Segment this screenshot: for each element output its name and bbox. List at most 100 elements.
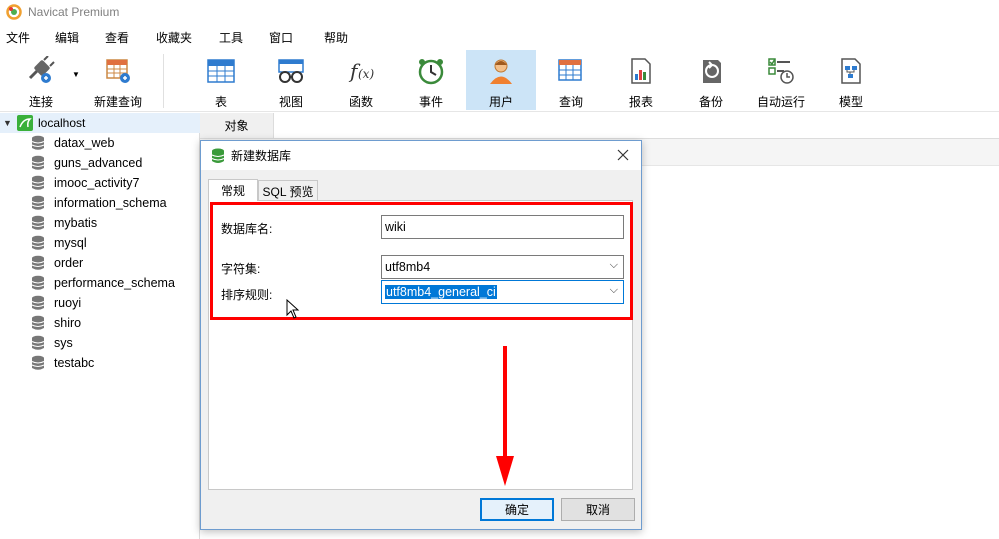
user-label: 用户 [488,95,513,109]
database-item[interactable]: shiro [30,313,81,333]
automation-label: 自动运行 [756,95,805,109]
database-label: information_schema [54,196,167,210]
ok-button[interactable]: 确定 [480,498,554,521]
backup-icon [693,54,729,87]
database-green-icon [211,148,225,163]
database-label: order [54,256,84,270]
chevron-down-icon[interactable]: ▼ [3,118,13,128]
chevron-down-icon[interactable]: ⌵ [610,284,618,297]
model-button[interactable]: 模型 [816,50,886,110]
db-name-value: wiki [385,220,406,234]
charset-value: utf8mb4 [385,260,431,274]
database-item[interactable]: sys [30,333,73,353]
tab-sql-preview[interactable]: SQL 预览 [258,180,318,201]
database-item[interactable]: performance_schema [30,273,175,293]
user-button[interactable]: 用户 [466,50,536,110]
glasses-icon [273,54,309,87]
app-title: Navicat Premium [28,5,120,19]
database-label: mybatis [54,216,98,230]
menu-help[interactable]: 帮助 [324,29,348,46]
database-icon [31,335,45,350]
database-item[interactable]: information_schema [30,193,167,213]
chevron-down-icon[interactable]: ⌵ [610,259,618,272]
view-label: 视图 [278,95,303,109]
event-label: 事件 [418,95,443,109]
charset-label: 字符集: [221,262,261,276]
menu-edit[interactable]: 编辑 [55,29,79,46]
collation-label: 排序规则: [221,288,273,302]
automation-button[interactable]: 自动运行 [746,50,816,110]
database-item[interactable]: imooc_activity7 [30,173,139,193]
database-item[interactable]: order [30,253,83,273]
menu-view[interactable]: 查看 [105,29,129,46]
tab-general[interactable]: 常规 [208,179,258,201]
connection-localhost[interactable]: ▼ localhost [0,113,200,133]
database-label: performance_schema [54,276,175,290]
new-query-button[interactable]: 新建查询 [88,50,148,110]
clock-icon [413,54,449,87]
menu-window[interactable]: 窗口 [269,29,293,46]
database-icon [31,255,45,270]
new-query-icon [100,54,136,87]
function-icon: f (x) [343,54,379,87]
svg-text:(x): (x) [358,67,374,81]
tab-objects[interactable]: 对象 [200,113,274,138]
connect-button[interactable]: 连接 [16,50,66,110]
database-icon [31,155,45,170]
dialog-title: 新建数据库 [231,149,292,163]
database-icon [31,215,45,230]
function-label: 函数 [348,95,373,109]
database-item[interactable]: mybatis [30,213,97,233]
menu-tools[interactable]: 工具 [219,29,243,46]
checklist-clock-icon [763,54,799,87]
table-button[interactable]: 表 [186,50,256,110]
menu-bar: 文件 编辑 查看 收藏夹 工具 窗口 帮助 [0,24,999,48]
db-name-label: 数据库名: [221,222,273,236]
table-icon [203,54,239,87]
menu-favorites[interactable]: 收藏夹 [156,29,192,46]
query-label: 查询 [558,95,583,109]
database-label: testabc [54,356,95,370]
view-button[interactable]: 视图 [256,50,326,110]
report-button[interactable]: 报表 [606,50,676,110]
new-database-dialog: 新建数据库 常规 SQL 预览 数据库名: wiki 字符集: utf8mb4 … [200,140,642,530]
database-item[interactable]: mysql [30,233,87,253]
connect-dropdown-icon[interactable]: ▼ [72,70,80,79]
table-label: 表 [214,95,227,109]
database-label: sys [54,336,73,350]
close-icon[interactable] [615,147,631,163]
database-item[interactable]: ruoyi [30,293,81,313]
database-label: mysql [54,236,87,250]
database-icon [31,295,45,310]
database-icon [31,315,45,330]
database-label: datax_web [54,136,115,150]
collation-select[interactable]: utf8mb4_general_ci ⌵ [381,280,624,304]
mysql-connection-icon [17,115,33,131]
report-label: 报表 [628,95,653,109]
database-label: imooc_activity7 [54,176,140,190]
database-icon [31,135,45,150]
connection-label: localhost [38,116,86,130]
database-icon [31,355,45,370]
database-icon [31,235,45,250]
backup-button[interactable]: 备份 [676,50,746,110]
function-button[interactable]: f (x) 函数 [326,50,396,110]
database-label: shiro [54,316,82,330]
query-icon [553,54,589,87]
cancel-button[interactable]: 取消 [561,498,635,521]
event-button[interactable]: 事件 [396,50,466,110]
database-item[interactable]: guns_advanced [30,153,142,173]
connect-label: 连接 [28,95,53,109]
db-name-input[interactable]: wiki [381,215,624,239]
database-item[interactable]: datax_web [30,133,114,153]
backup-label: 备份 [698,95,723,109]
query-button[interactable]: 查询 [536,50,606,110]
database-item[interactable]: testabc [30,353,94,373]
title-bar: Navicat Premium [0,0,999,24]
menu-file[interactable]: 文件 [6,29,30,46]
user-icon [483,54,519,87]
charset-select[interactable]: utf8mb4 ⌵ [381,255,624,279]
red-arrow-annotation [496,346,514,486]
general-panel: 数据库名: wiki 字符集: utf8mb4 ⌵ 排序规则: utf8mb4_… [208,200,633,490]
report-icon [623,54,659,87]
